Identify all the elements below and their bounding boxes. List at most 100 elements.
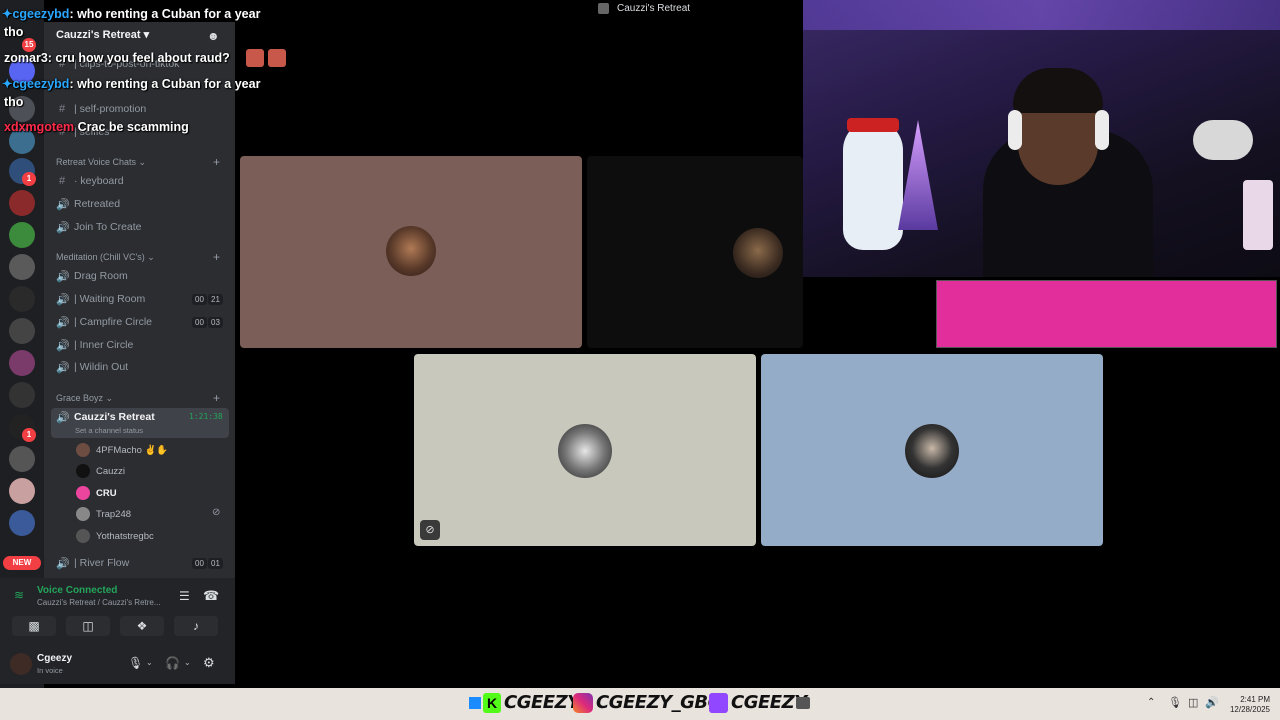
- server-icon[interactable]: [9, 446, 35, 472]
- channel-self-promotion[interactable]: # | self-promotion: [56, 99, 146, 119]
- chat-message: : cru how you feel about raud?: [47, 51, 230, 65]
- muted-icon: ⊘: [212, 507, 221, 518]
- disconnect-icon[interactable]: ☎: [203, 588, 219, 604]
- channel-label: Drag Room: [74, 270, 128, 282]
- guild-header[interactable]: Cauzzi's Retreat ▾: [56, 28, 149, 41]
- screen-share-button[interactable]: ◫: [66, 616, 110, 636]
- avatar: [76, 507, 90, 521]
- avatar[interactable]: [10, 653, 32, 675]
- noise-suppression-icon[interactable]: ☰: [179, 589, 190, 603]
- add-channel-icon[interactable]: +: [213, 250, 220, 264]
- channel-campfire-circle[interactable]: 🔊 | Campfire Circle: [56, 312, 152, 332]
- user-limit: 03: [208, 317, 223, 328]
- clock-time: 2:41 PM: [1240, 695, 1270, 704]
- channel-retreated[interactable]: 🔊 Retreated: [56, 194, 120, 214]
- mute-icon: ⊘: [420, 520, 440, 540]
- chat-line: tho: [4, 95, 23, 109]
- guild-name: Cauzzi's Retreat: [56, 29, 141, 41]
- voice-user[interactable]: CRU: [76, 484, 117, 502]
- channel-status[interactable]: Set a channel status: [75, 426, 143, 435]
- channel-wildin-out[interactable]: 🔊 | Wildin Out: [56, 357, 128, 377]
- category-grace-boyz[interactable]: Grace Boyz ⌄: [56, 393, 113, 404]
- snowman-hat: [847, 118, 899, 132]
- user-limit: 01: [208, 558, 223, 569]
- channel-label: | Campfire Circle: [74, 316, 152, 328]
- video-tile[interactable]: ⊘: [414, 354, 756, 546]
- video-tile[interactable]: [240, 156, 582, 348]
- microphone-icon[interactable]: 🎙: [1168, 696, 1182, 709]
- category-voice-chats[interactable]: Retreat Voice Chats ⌄: [56, 157, 146, 168]
- chat-message: Crac be scamming: [77, 120, 189, 134]
- channel-label: | self-promotion: [74, 103, 147, 115]
- server-icon[interactable]: [9, 222, 35, 248]
- voice-active-icon: 🔊: [56, 411, 70, 424]
- microphone-icon[interactable]: 🎙: [128, 656, 143, 670]
- server-icon[interactable]: [9, 318, 35, 344]
- led-strip: [803, 0, 1280, 30]
- speaker-icon: 🔊: [56, 221, 70, 234]
- app-icon[interactable]: [796, 697, 810, 709]
- soundboard-button[interactable]: ♪: [174, 616, 218, 636]
- signal-icon[interactable]: ≋: [14, 588, 24, 602]
- chat-user: ✦cgeezybd: [2, 7, 70, 21]
- voice-user[interactable]: Yothatstregbc: [76, 527, 154, 545]
- mention-badge: 15: [22, 38, 36, 52]
- chat-message: : who renting a Cuban for a year: [69, 7, 261, 21]
- camera-button[interactable]: ▩: [12, 616, 56, 636]
- channel-cauzzis-retreat[interactable]: 🔊 Cauzzi's Retreat: [56, 407, 155, 427]
- window-title: Cauzzi's Retreat: [617, 3, 691, 14]
- snowman-decoration: [843, 120, 903, 250]
- channel-label: Join To Create: [74, 221, 142, 233]
- streamer-hair: [1013, 68, 1103, 113]
- volume-icon[interactable]: 🔊: [1205, 696, 1219, 709]
- system-clock[interactable]: 2:41 PM 12/28/2025: [1222, 695, 1270, 715]
- channel-inner-circle[interactable]: 🔊 | Inner Circle: [56, 335, 133, 355]
- channel-river-flow[interactable]: 🔊 | River Flow: [56, 553, 129, 573]
- server-icon[interactable]: [9, 382, 35, 408]
- gear-icon[interactable]: ⚙: [203, 655, 215, 671]
- server-icon[interactable]: [9, 350, 35, 376]
- video-tile[interactable]: [587, 156, 803, 348]
- channel-label: | Inner Circle: [74, 339, 134, 351]
- headphones-icon[interactable]: 🎧: [165, 656, 180, 670]
- server-icon[interactable]: [9, 190, 35, 216]
- video-tile[interactable]: [761, 354, 1103, 546]
- social-handle: CGEEZY_GBC: [596, 692, 721, 713]
- user-count: 00: [192, 558, 207, 569]
- chat-user: zomar3: [4, 51, 48, 65]
- windows-icon[interactable]: [469, 697, 481, 709]
- add-channel-icon[interactable]: +: [213, 391, 220, 405]
- chevron-down-icon[interactable]: ⌄: [146, 658, 153, 667]
- user-status: In voice: [37, 666, 63, 675]
- add-channel-icon[interactable]: +: [213, 155, 220, 169]
- channel-keyboard[interactable]: # · keyboard: [56, 171, 124, 191]
- instagram-icon: [573, 693, 593, 713]
- voice-user[interactable]: Cauzzi: [76, 462, 125, 480]
- chevron-down-icon[interactable]: ⌄: [184, 658, 191, 667]
- speaker-icon: 🔊: [56, 270, 70, 283]
- voice-user-name: 4PFMacho ✌️✋: [96, 444, 169, 456]
- channel-label: | Waiting Room: [74, 293, 146, 305]
- server-icon[interactable]: [9, 478, 35, 504]
- channel-waiting-room[interactable]: 🔊 | Waiting Room: [56, 289, 145, 309]
- chevron-up-icon[interactable]: ⌃: [1147, 697, 1155, 708]
- add-member-icon[interactable]: ☻: [207, 29, 220, 43]
- category-meditation[interactable]: Meditation (Chill VC's) ⌄: [56, 252, 155, 263]
- server-icon[interactable]: [9, 286, 35, 312]
- chat-line: ✦cgeezybd: who renting a Cuban for a yea…: [2, 76, 260, 91]
- voice-user[interactable]: Trap248: [76, 505, 131, 523]
- channel-drag-room[interactable]: 🔊 Drag Room: [56, 266, 128, 286]
- headphones: [1095, 110, 1109, 150]
- twitch-icon: [709, 693, 728, 713]
- server-icon[interactable]: [9, 510, 35, 536]
- voice-user[interactable]: 4PFMacho ✌️✋: [76, 441, 168, 459]
- avatar: [76, 464, 90, 478]
- server-icon[interactable]: [9, 254, 35, 280]
- user-limit: 21: [208, 294, 223, 305]
- channel-join-to-create[interactable]: 🔊 Join To Create: [56, 217, 142, 237]
- activities-button[interactable]: ❖: [120, 616, 164, 636]
- network-icon[interactable]: ◫: [1188, 696, 1198, 709]
- speaker-icon: 🔊: [56, 339, 70, 352]
- guild-icon: [598, 3, 609, 14]
- speaker-icon: 🔊: [56, 361, 70, 374]
